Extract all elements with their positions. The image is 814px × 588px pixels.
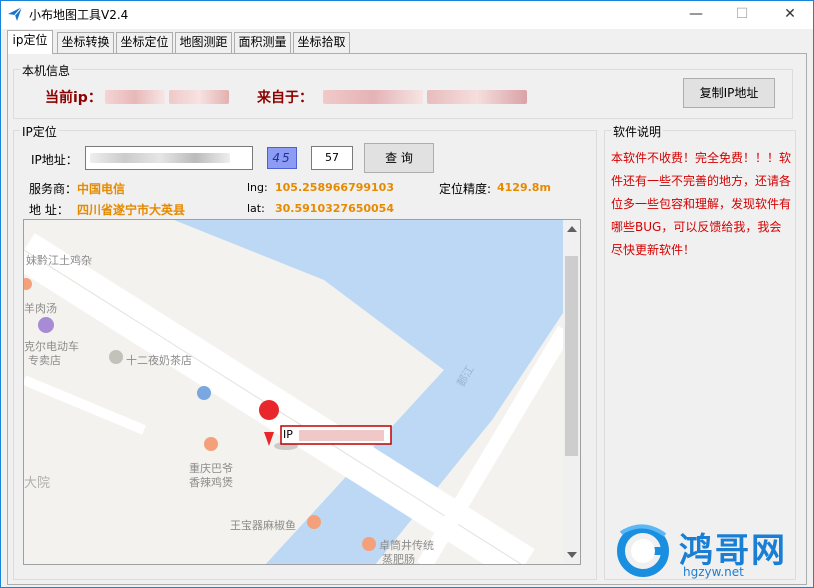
ip-locate-title: IP定位 — [20, 123, 59, 140]
lat-value: 30.5910327650054 — [275, 202, 394, 215]
captcha-image: 45 — [267, 147, 297, 169]
app-window: 小布地图工具V2.4 — ☐ ✕ ip定位 坐标转换 坐标定位 地图测距 面积测… — [0, 0, 814, 588]
minimize-button[interactable]: — — [673, 1, 719, 29]
map-label-poi: 羊肉汤 — [24, 302, 57, 315]
address-label: 地 址： — [29, 203, 69, 217]
lat-label: lat: — [247, 202, 265, 215]
tab-coord-convert[interactable]: 坐标转换 — [57, 32, 114, 53]
tab-coord-locate[interactable]: 坐标定位 — [116, 32, 173, 53]
lng-label: lng: — [247, 181, 268, 194]
close-button[interactable]: ✕ — [767, 1, 813, 29]
software-info-text: 本软件不收费！完全免费！！！软件还有一些不完善的地方，还请各位多一些包容和理解，… — [611, 151, 792, 257]
current-ip-label: 当前ip： — [45, 90, 102, 106]
isp-label: 服务商： — [29, 182, 78, 196]
map-label-poi: 香辣鸡煲 — [189, 476, 233, 489]
title-bar: 小布地图工具V2.4 — ☐ ✕ — [1, 1, 813, 29]
copy-ip-button[interactable]: 复制IP地址 — [683, 78, 775, 108]
lng-value: 105.258966799103 — [275, 181, 394, 194]
precision-value: 4129.8m — [497, 181, 551, 194]
current-ip-value-redacted — [105, 89, 229, 104]
captcha-input[interactable]: 57 — [311, 146, 353, 170]
location-value-redacted — [323, 89, 527, 104]
isp-value: 中国电信 — [77, 182, 126, 196]
precision-label: 定位精度: — [439, 182, 492, 196]
ip-address-label: IP地址： — [31, 153, 78, 167]
watermark-logo-icon — [617, 524, 669, 577]
map-marker-label: IP — [283, 428, 293, 441]
tab-area-measure[interactable]: 面积测量 — [234, 32, 291, 53]
ip-address-input[interactable] — [85, 146, 253, 170]
map-label-poi: 专卖店 — [28, 354, 61, 367]
map-view[interactable]: 妹黔江土鸡杂 羊肉汤 克尔电动车 专卖店 十二夜奶茶店 重庆巴爷 香辣鸡煲 王宝… — [23, 219, 581, 565]
map-label-poi: 妹黔江土鸡杂 — [26, 254, 92, 267]
address-value: 四川省遂宁市大英县 — [77, 203, 186, 217]
watermark-domain: hgzyw.net — [683, 565, 744, 579]
scroll-down-icon[interactable] — [567, 552, 577, 558]
query-button[interactable]: 查 询 — [364, 143, 434, 173]
map-label-area: 大院 — [24, 476, 51, 491]
tab-coord-pick[interactable]: 坐标拾取 — [293, 32, 350, 53]
map-label-poi: 十二夜奶茶店 — [126, 354, 192, 367]
map-canvas[interactable] — [24, 220, 565, 565]
software-info-title: 软件说明 — [611, 123, 664, 140]
tab-map-distance[interactable]: 地图测距 — [175, 32, 232, 53]
scroll-thumb[interactable] — [565, 256, 578, 456]
scroll-up-icon[interactable] — [567, 226, 577, 232]
local-info-title: 本机信息 — [20, 62, 73, 79]
map-label-poi: 王宝器麻椒鱼 — [230, 519, 296, 532]
paper-plane-icon — [8, 6, 23, 21]
watermark: 鸿哥网 hgzyw.net — [613, 521, 809, 581]
window-title: 小布地图工具V2.4 — [29, 8, 129, 22]
tab-ip-locate[interactable]: ip定位 — [7, 30, 53, 54]
maximize-button[interactable]: ☐ — [719, 1, 765, 29]
map-label-poi: 蒸肥肠 — [382, 553, 415, 565]
map-scrollbar[interactable] — [563, 220, 580, 564]
from-label: 来自于： — [257, 90, 313, 106]
